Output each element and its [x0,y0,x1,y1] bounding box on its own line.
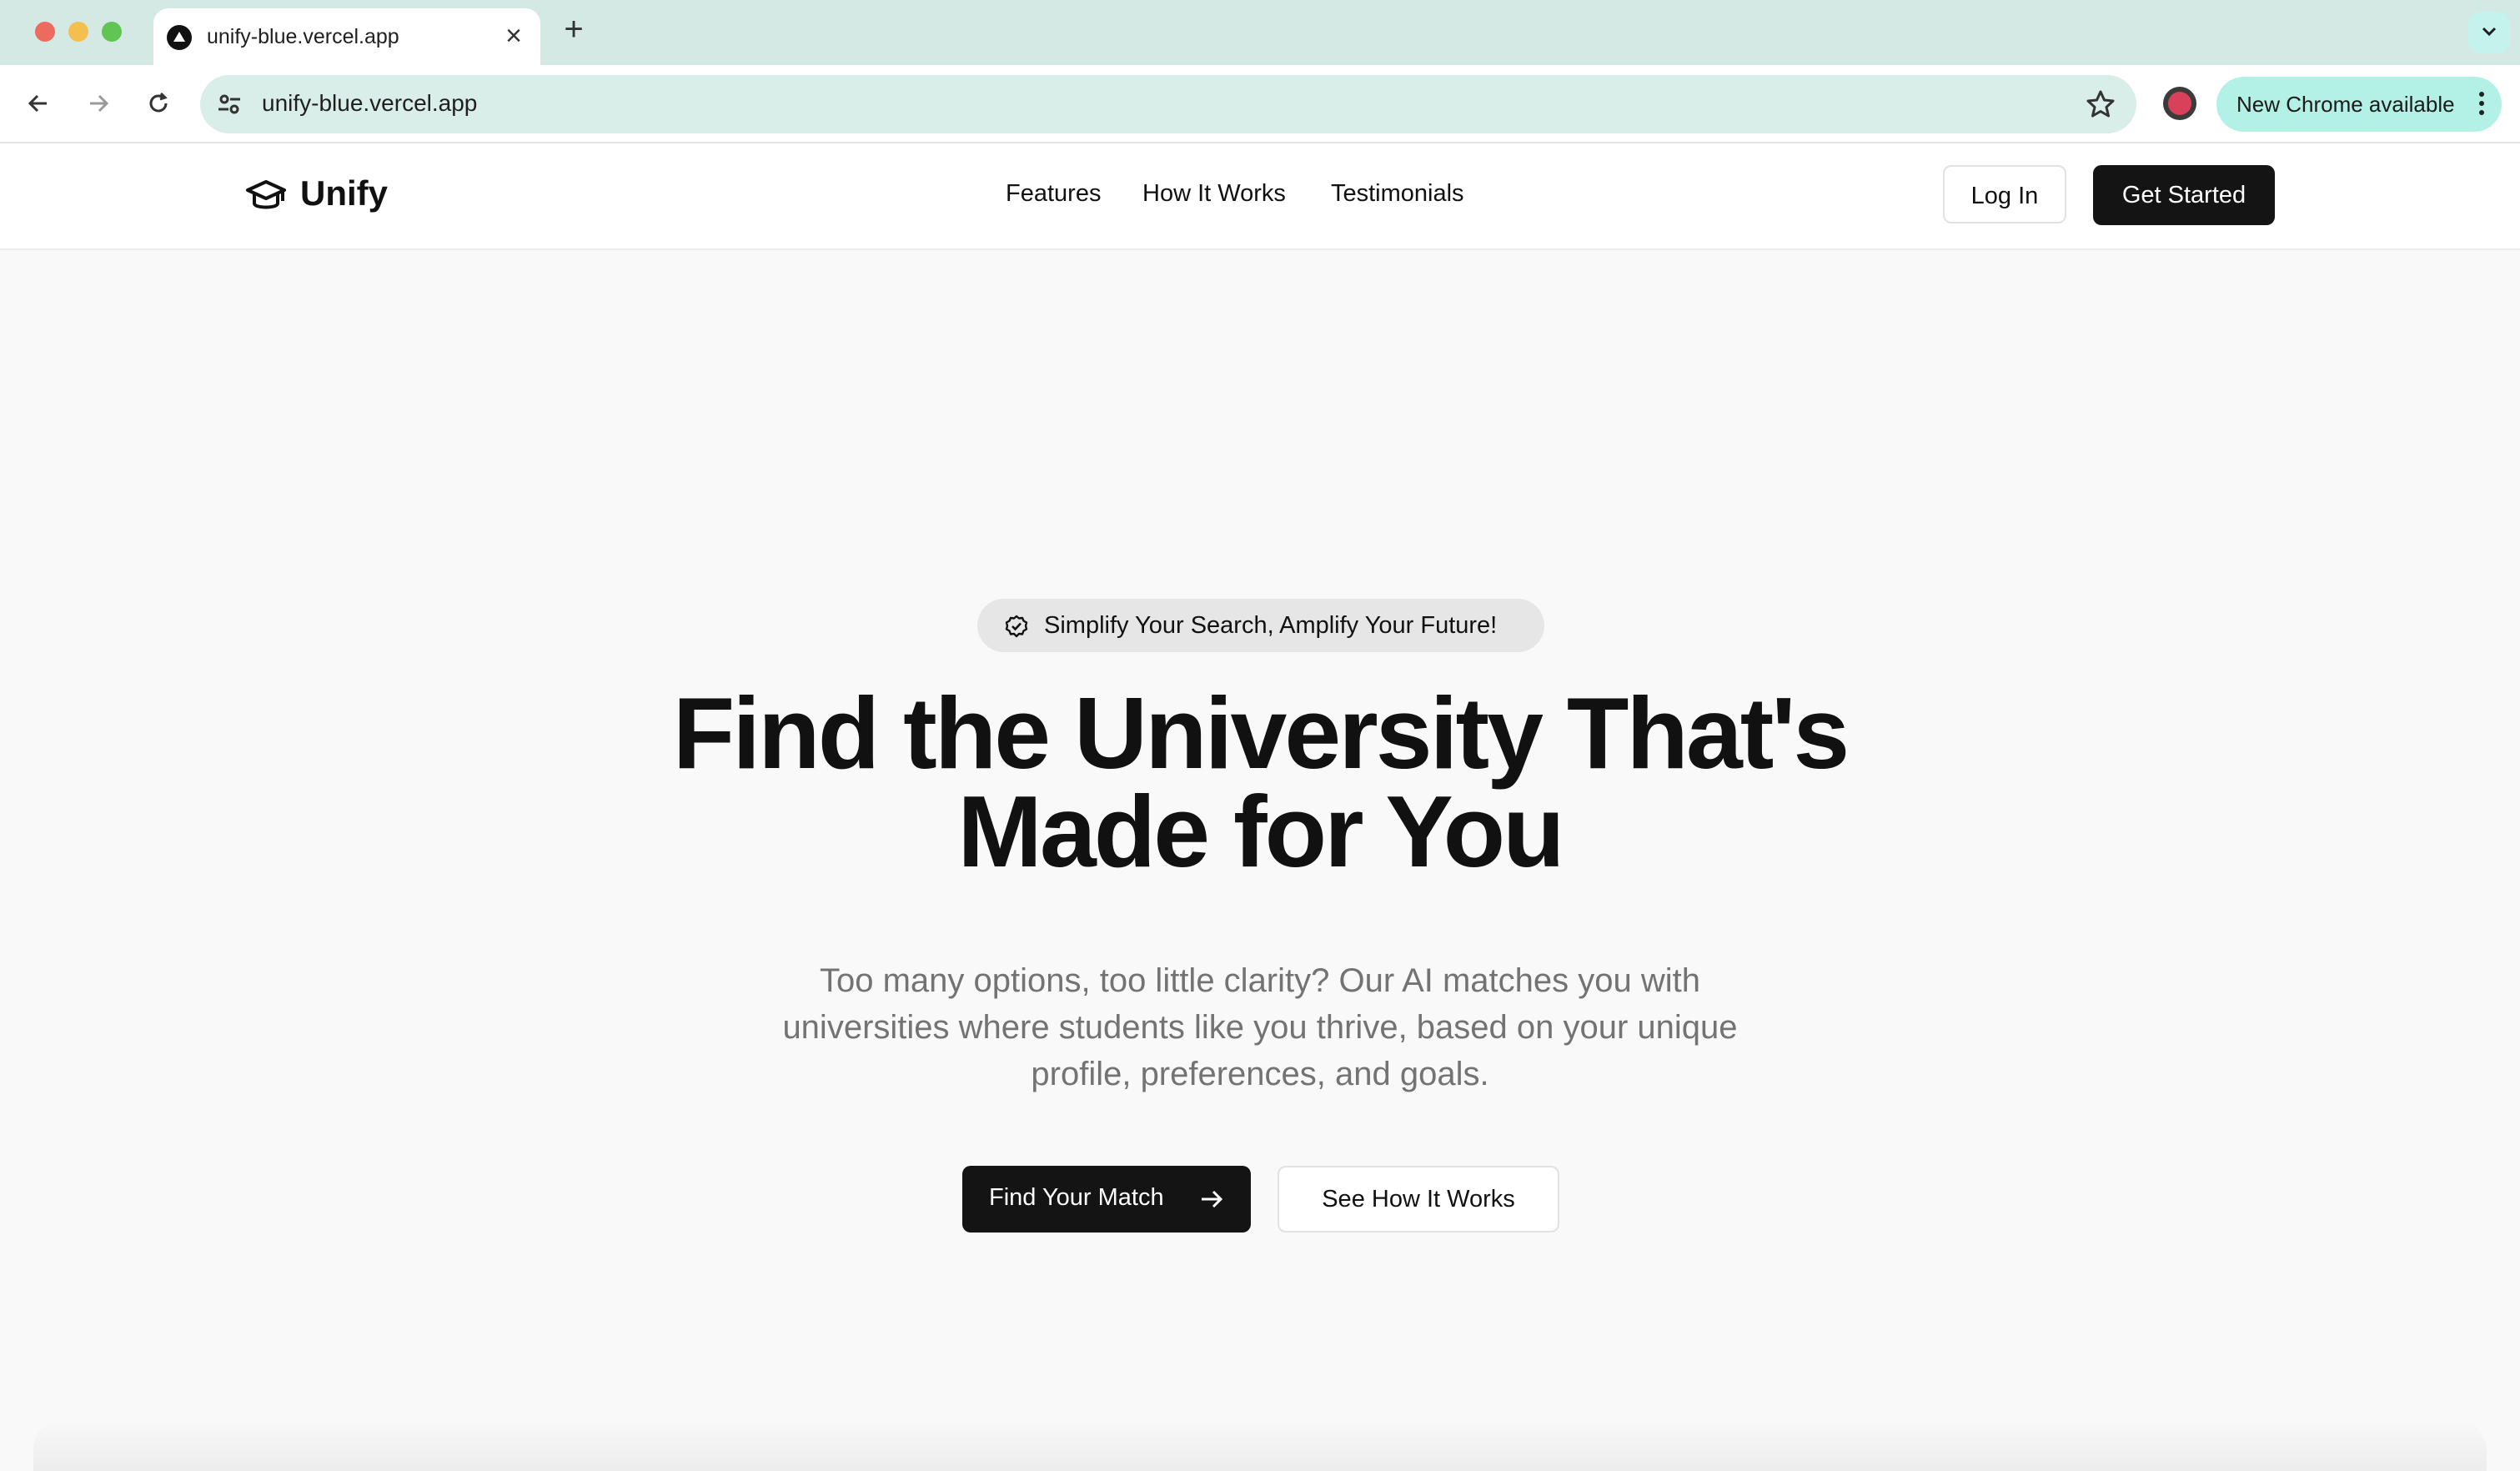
minimize-window-button[interactable] [68,22,88,42]
hero-subtitle: Too many options, too little clarity? Ou… [782,962,1738,1092]
more-vert-icon[interactable] [2477,88,2487,122]
arrow-right-icon [1199,1187,1224,1215]
reload-button[interactable] [140,85,177,122]
chevron-down-icon [2482,27,2497,37]
see-how-it-works-button[interactable]: See How It Works [1278,1166,1559,1233]
nav-testimonials[interactable]: Testimonials [1331,180,1464,208]
site-settings-icon[interactable] [215,90,243,118]
browser-tabstrip: unify-blue.vercel.app × + [0,0,2520,65]
update-label: New Chrome available [2236,92,2455,117]
next-section-edge [33,1418,2487,1471]
tab-close-icon[interactable]: × [499,22,529,52]
nav-how-it-works[interactable]: How It Works [1142,180,1286,208]
chrome-update-button[interactable]: New Chrome available [2216,77,2502,132]
hero-badge: Simplify Your Search, Amplify Your Futur… [977,599,1544,652]
tab-search-button[interactable] [2468,12,2510,53]
browser-tab-active[interactable]: unify-blue.vercel.app × [153,8,540,65]
reload-icon [149,92,168,113]
new-tab-icon[interactable]: + [557,13,590,47]
brand-name: Unify [300,173,388,213]
site-header: Unify Features How It Works Testimonials… [0,143,2520,250]
maximize-window-button[interactable] [102,22,122,42]
bookmark-star-icon[interactable] [2085,88,2116,120]
find-your-match-label: Find Your Match [989,1184,1164,1211]
hero-title-line-2: Made for You [957,775,1564,888]
graduation-cap-icon [245,178,287,218]
url-text[interactable]: unify-blue.vercel.app [262,90,477,117]
vercel-triangle-icon [167,25,192,50]
find-your-match-button[interactable]: Find Your Match [962,1166,1251,1233]
browser-toolbar: unify-blue.vercel.app New Chrome availab… [0,65,2520,143]
nav-features[interactable]: Features [1006,180,1101,208]
get-started-button[interactable]: Get Started [2093,165,2275,225]
arrow-left-icon [28,94,47,113]
login-button[interactable]: Log In [1943,165,2066,223]
forward-button[interactable] [80,85,117,122]
check-circle-icon [1004,614,1029,643]
close-window-button[interactable] [35,22,55,42]
tab-title: unify-blue.vercel.app [207,25,399,48]
hero-badge-text: Simplify Your Search, Amplify Your Futur… [1044,612,1498,639]
address-bar[interactable]: unify-blue.vercel.app [200,75,2136,133]
arrow-right-icon [90,94,109,113]
profile-avatar[interactable] [2163,87,2196,120]
hero-title: Find the University That's Made for You [0,676,2520,888]
back-button[interactable] [20,85,57,122]
hero-title-line-1: Find the University That's [672,676,1850,790]
